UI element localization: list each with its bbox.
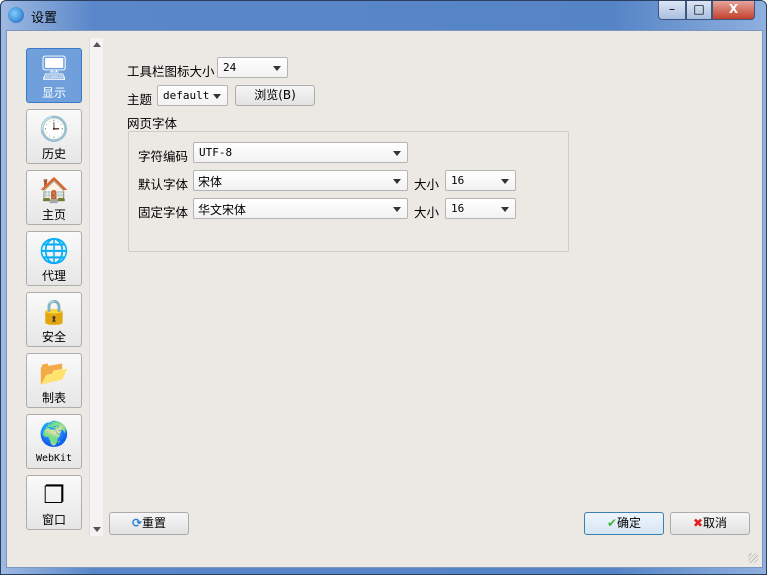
default-font-label: 默认字体 — [138, 177, 189, 192]
sidebar-scrollbar[interactable] — [89, 38, 103, 536]
client-area — [6, 30, 763, 568]
chevron-down-icon — [501, 179, 509, 184]
sidebar-item-窗口[interactable]: ❐ 窗口 — [26, 475, 82, 530]
sidebar-item-label: 代理 — [41, 269, 66, 283]
sidebar-item-label: 显示 — [41, 86, 66, 100]
fixed-font-label: 固定字体 — [138, 205, 189, 220]
chevron-down-icon — [393, 179, 401, 184]
chevron-down-icon — [273, 66, 281, 71]
sidebar-item-历史[interactable]: 🕒 历史 — [26, 109, 82, 164]
default-size-select[interactable]: 16 — [445, 170, 516, 191]
encoding-select[interactable]: UTF-8 — [193, 142, 408, 163]
network-globe-icon: 🌐 — [39, 237, 69, 265]
sidebar-item-label: 制表 — [41, 391, 66, 405]
default-size-label: 大小 — [414, 177, 440, 192]
window-title: 设置 — [31, 11, 58, 26]
windows-icon: ❐ — [43, 481, 65, 509]
chevron-down-icon — [393, 207, 401, 212]
sidebar-item-代理[interactable]: 🌐 代理 — [26, 231, 82, 286]
sidebar-item-安全[interactable]: 🔒 安全 — [26, 292, 82, 347]
fixed-font-select[interactable]: 华文宋体 — [193, 198, 408, 219]
cancel-x-icon: ✖ — [692, 516, 704, 530]
sidebar-item-label: 主页 — [41, 208, 66, 222]
encoding-label: 字符编码 — [138, 149, 189, 164]
browse-button[interactable]: 浏览(B) — [235, 85, 315, 106]
cancel-button[interactable]: ✖取消 — [670, 512, 750, 535]
theme-label: 主题 — [127, 92, 153, 107]
close-button[interactable]: X — [712, 1, 755, 20]
chevron-down-icon — [501, 207, 509, 212]
ok-button[interactable]: ✔确定 — [584, 512, 664, 535]
app-icon — [8, 7, 24, 23]
chevron-down-icon — [393, 151, 401, 156]
chevron-down-icon — [213, 94, 221, 99]
sidebar-item-label: WebKit — [35, 453, 73, 464]
clock-icon: 🕒 — [39, 115, 69, 143]
theme-select[interactable]: default — [157, 85, 228, 106]
folder-icon: 📂 — [39, 359, 69, 387]
webkit-globe-icon: 🌍 — [39, 420, 69, 448]
fixed-size-label: 大小 — [414, 205, 440, 220]
toolbar-icon-size-label: 工具栏图标大小 — [127, 64, 215, 79]
sidebar-item-制表[interactable]: 📂 制表 — [26, 353, 82, 408]
maximize-button[interactable]: □ — [686, 1, 712, 20]
default-font-select[interactable]: 宋体 — [193, 170, 408, 191]
reset-button[interactable]: ⟳重置 — [109, 512, 189, 535]
web-font-heading: 网页字体 — [127, 116, 178, 131]
settings-window: 设置 – □ X — [0, 0, 767, 575]
home-icon: 🏠 — [39, 176, 69, 204]
sidebar-item-label: 历史 — [41, 147, 66, 161]
lock-icon: 🔒 — [39, 298, 69, 326]
checkmark-icon: ✔ — [606, 516, 618, 530]
monitor-icon: 🖥 — [39, 54, 70, 82]
sidebar-item-主页[interactable]: 🏠 主页 — [26, 170, 82, 225]
sidebar-item-显示[interactable]: 🖥 显示 — [26, 48, 82, 103]
minimize-button[interactable]: – — [658, 1, 686, 20]
scroll-down-icon[interactable] — [93, 527, 101, 532]
fixed-size-select[interactable]: 16 — [445, 198, 516, 219]
refresh-icon: ⟳ — [131, 516, 143, 530]
toolbar-icon-size-select[interactable]: 24 — [217, 57, 288, 78]
sidebar-item-label: 安全 — [41, 330, 66, 344]
resize-grip[interactable] — [748, 553, 758, 563]
sidebar-item-webkit[interactable]: 🌍 WebKit — [26, 414, 82, 469]
scroll-up-icon[interactable] — [93, 42, 101, 47]
sidebar-item-label: 窗口 — [41, 513, 66, 527]
